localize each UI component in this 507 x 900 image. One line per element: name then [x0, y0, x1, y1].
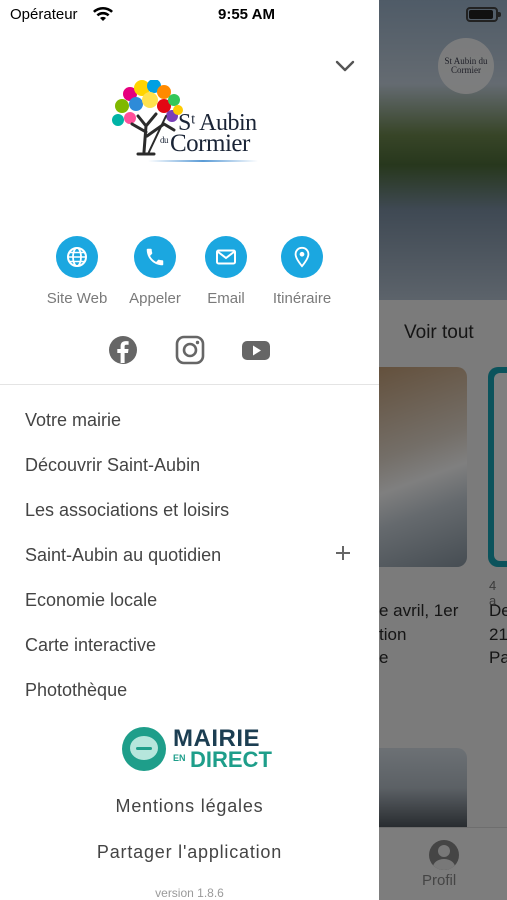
- call-button[interactable]: Appeler: [115, 236, 195, 307]
- mairie-en: EN: [173, 753, 186, 763]
- menu-item-label: Carte interactive: [25, 635, 157, 655]
- logo-du: du: [160, 135, 169, 145]
- menu-item-label: Découvrir Saint-Aubin: [25, 455, 201, 475]
- divider: [0, 384, 379, 385]
- mairie-en-direct-logo[interactable]: MAIRIE EN DIRECT: [122, 725, 272, 773]
- town-logo: Sᵗ Aubin duCormier: [108, 80, 273, 168]
- menu-item-label: Economie locale: [25, 590, 158, 610]
- wifi-icon: [92, 6, 114, 26]
- itinerary-label: Itinéraire: [272, 290, 332, 307]
- map-pin-icon: [281, 236, 323, 278]
- clock: 9:55 AM: [218, 6, 275, 23]
- email-label: Email: [207, 290, 245, 307]
- logo-cormier: Cormier: [170, 130, 250, 157]
- youtube-icon[interactable]: [240, 334, 272, 366]
- email-button[interactable]: Email: [186, 236, 266, 307]
- menu-item-votre-mairie[interactable]: Votre mairie: [25, 406, 365, 440]
- menu-item-associations[interactable]: Les associations et loisirs: [25, 496, 365, 530]
- plus-icon[interactable]: [336, 546, 350, 560]
- phone-icon: [134, 236, 176, 278]
- menu-item-decouvrir[interactable]: Découvrir Saint-Aubin: [25, 451, 365, 485]
- contact-actions: Site Web Appeler Email Itinéraire: [0, 236, 379, 316]
- chat-bubble-icon: [122, 727, 166, 771]
- legal-mentions-link[interactable]: Mentions légales: [0, 796, 379, 817]
- mairie-direct: DIRECT: [190, 747, 272, 772]
- itinerary-button[interactable]: Itinéraire: [262, 236, 342, 307]
- website-button[interactable]: Site Web: [37, 236, 117, 307]
- status-bar: Opérateur 9:55 AM: [0, 0, 507, 32]
- menu-item-label: Saint-Aubin au quotidien: [25, 545, 222, 565]
- globe-icon: [56, 236, 98, 278]
- menu-item-carte[interactable]: Carte interactive: [25, 631, 365, 665]
- share-app-link[interactable]: Partager l'application: [0, 842, 379, 863]
- facebook-icon[interactable]: [107, 334, 139, 366]
- logo-underline: [148, 160, 258, 162]
- menu-item-label: Photothèque: [25, 680, 128, 700]
- logo-text-line2: duCormier: [160, 130, 250, 158]
- side-drawer: Sᵗ Aubin duCormier Site Web Appeler Emai…: [0, 0, 379, 900]
- instagram-icon[interactable]: [174, 334, 206, 366]
- menu-item-label: Votre mairie: [25, 410, 122, 430]
- call-label: Appeler: [129, 290, 181, 307]
- menu-item-economie[interactable]: Economie locale: [25, 586, 365, 620]
- menu-item-phototheque[interactable]: Photothèque: [25, 676, 365, 710]
- menu-item-label: Les associations et loisirs: [25, 500, 230, 520]
- menu-item-quotidien[interactable]: Saint-Aubin au quotidien: [25, 541, 365, 575]
- chevron-down-icon[interactable]: [333, 56, 357, 76]
- carrier-label: Opérateur: [10, 6, 78, 23]
- app-version: version 1.8.6: [155, 886, 224, 900]
- battery-icon: [466, 7, 501, 22]
- mail-icon: [205, 236, 247, 278]
- website-label: Site Web: [46, 290, 108, 307]
